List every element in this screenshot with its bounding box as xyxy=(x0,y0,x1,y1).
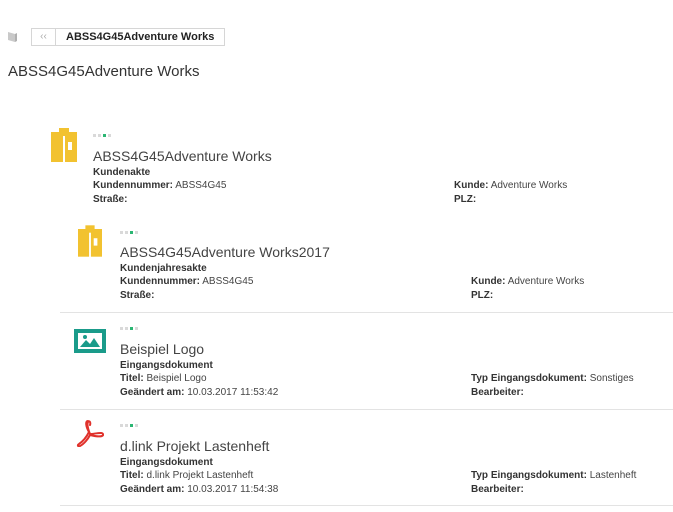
list-item[interactable]: ABSS4G45Adventure Works2017 Kundenjahres… xyxy=(0,222,673,310)
divider xyxy=(60,312,673,313)
item-type: Kundenjahresakte xyxy=(120,263,207,274)
pdf-icon xyxy=(76,419,105,452)
page-title: ABSS4G45Adventure Works xyxy=(8,63,200,80)
item-type: Eingangsdokument xyxy=(120,360,213,371)
app-icon[interactable] xyxy=(6,30,18,42)
item-title[interactable]: Beispiel Logo xyxy=(120,341,204,357)
folder-icon xyxy=(51,128,77,167)
list-item[interactable]: d.link Projekt Lastenheft Eingangsdokume… xyxy=(0,415,673,503)
image-icon xyxy=(74,329,106,358)
item-type: Kundenakte xyxy=(93,167,151,178)
status-dots xyxy=(93,134,111,137)
item-type: Eingangsdokument xyxy=(120,457,213,468)
item-title[interactable]: d.link Projekt Lastenheft xyxy=(120,438,269,454)
field-kundennummer: Kundennummer: ABSS4G45 xyxy=(120,276,254,287)
folder-icon xyxy=(78,225,102,262)
status-dots xyxy=(120,231,138,234)
breadcrumb-current[interactable]: ABSS4G45Adventure Works xyxy=(55,28,226,46)
list-item[interactable]: Beispiel Logo Eingangsdokument Titel: Be… xyxy=(0,318,673,406)
field-geaendert-am: Geändert am: 10.03.2017 11:53:42 xyxy=(120,387,279,398)
back-button[interactable]: ‹‹ xyxy=(31,28,55,46)
status-dots xyxy=(120,327,138,330)
field-strasse: Straße: xyxy=(120,290,155,301)
divider xyxy=(60,505,673,506)
field-titel: Titel: d.link Projekt Lastenheft xyxy=(120,470,254,481)
field-geaendert-am: Geändert am: 10.03.2017 11:54:38 xyxy=(120,484,279,495)
field-strasse: Straße: xyxy=(93,194,128,205)
item-title[interactable]: ABSS4G45Adventure Works xyxy=(93,148,272,164)
divider xyxy=(60,409,673,410)
field-typ-eingangsdokument: Typ Eingangsdokument: Lastenheft xyxy=(471,470,637,481)
field-kundennummer: Kundennummer: ABSS4G45 xyxy=(93,180,227,191)
field-plz: PLZ: xyxy=(471,290,494,301)
field-titel: Titel: Beispiel Logo xyxy=(120,373,207,384)
field-plz: PLZ: xyxy=(454,194,477,205)
item-title[interactable]: ABSS4G45Adventure Works2017 xyxy=(120,244,330,260)
field-kunde: Kunde: Adventure Works xyxy=(454,180,568,191)
field-kunde: Kunde: Adventure Works xyxy=(471,276,585,287)
field-bearbeiter: Bearbeiter: xyxy=(471,484,524,495)
status-dots xyxy=(120,424,138,427)
list-item[interactable]: ABSS4G45Adventure Works Kundenakte Kunde… xyxy=(0,125,673,210)
field-typ-eingangsdokument: Typ Eingangsdokument: Sonstiges xyxy=(471,373,634,384)
field-bearbeiter: Bearbeiter: xyxy=(471,387,524,398)
